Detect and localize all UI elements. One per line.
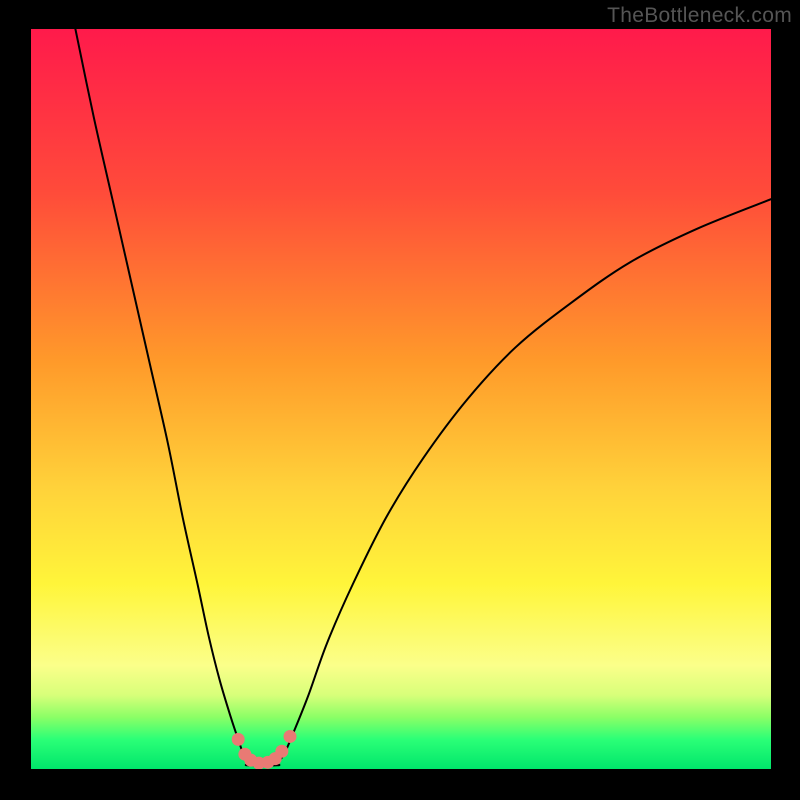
chart-svg xyxy=(31,29,771,769)
marker-dot xyxy=(275,745,288,758)
plot-area xyxy=(31,29,771,769)
marker-dot xyxy=(284,730,297,743)
marker-dot xyxy=(232,733,245,746)
gradient-background xyxy=(31,29,771,769)
watermark-text: TheBottleneck.com xyxy=(607,4,792,28)
chart-frame: TheBottleneck.com xyxy=(0,0,800,800)
